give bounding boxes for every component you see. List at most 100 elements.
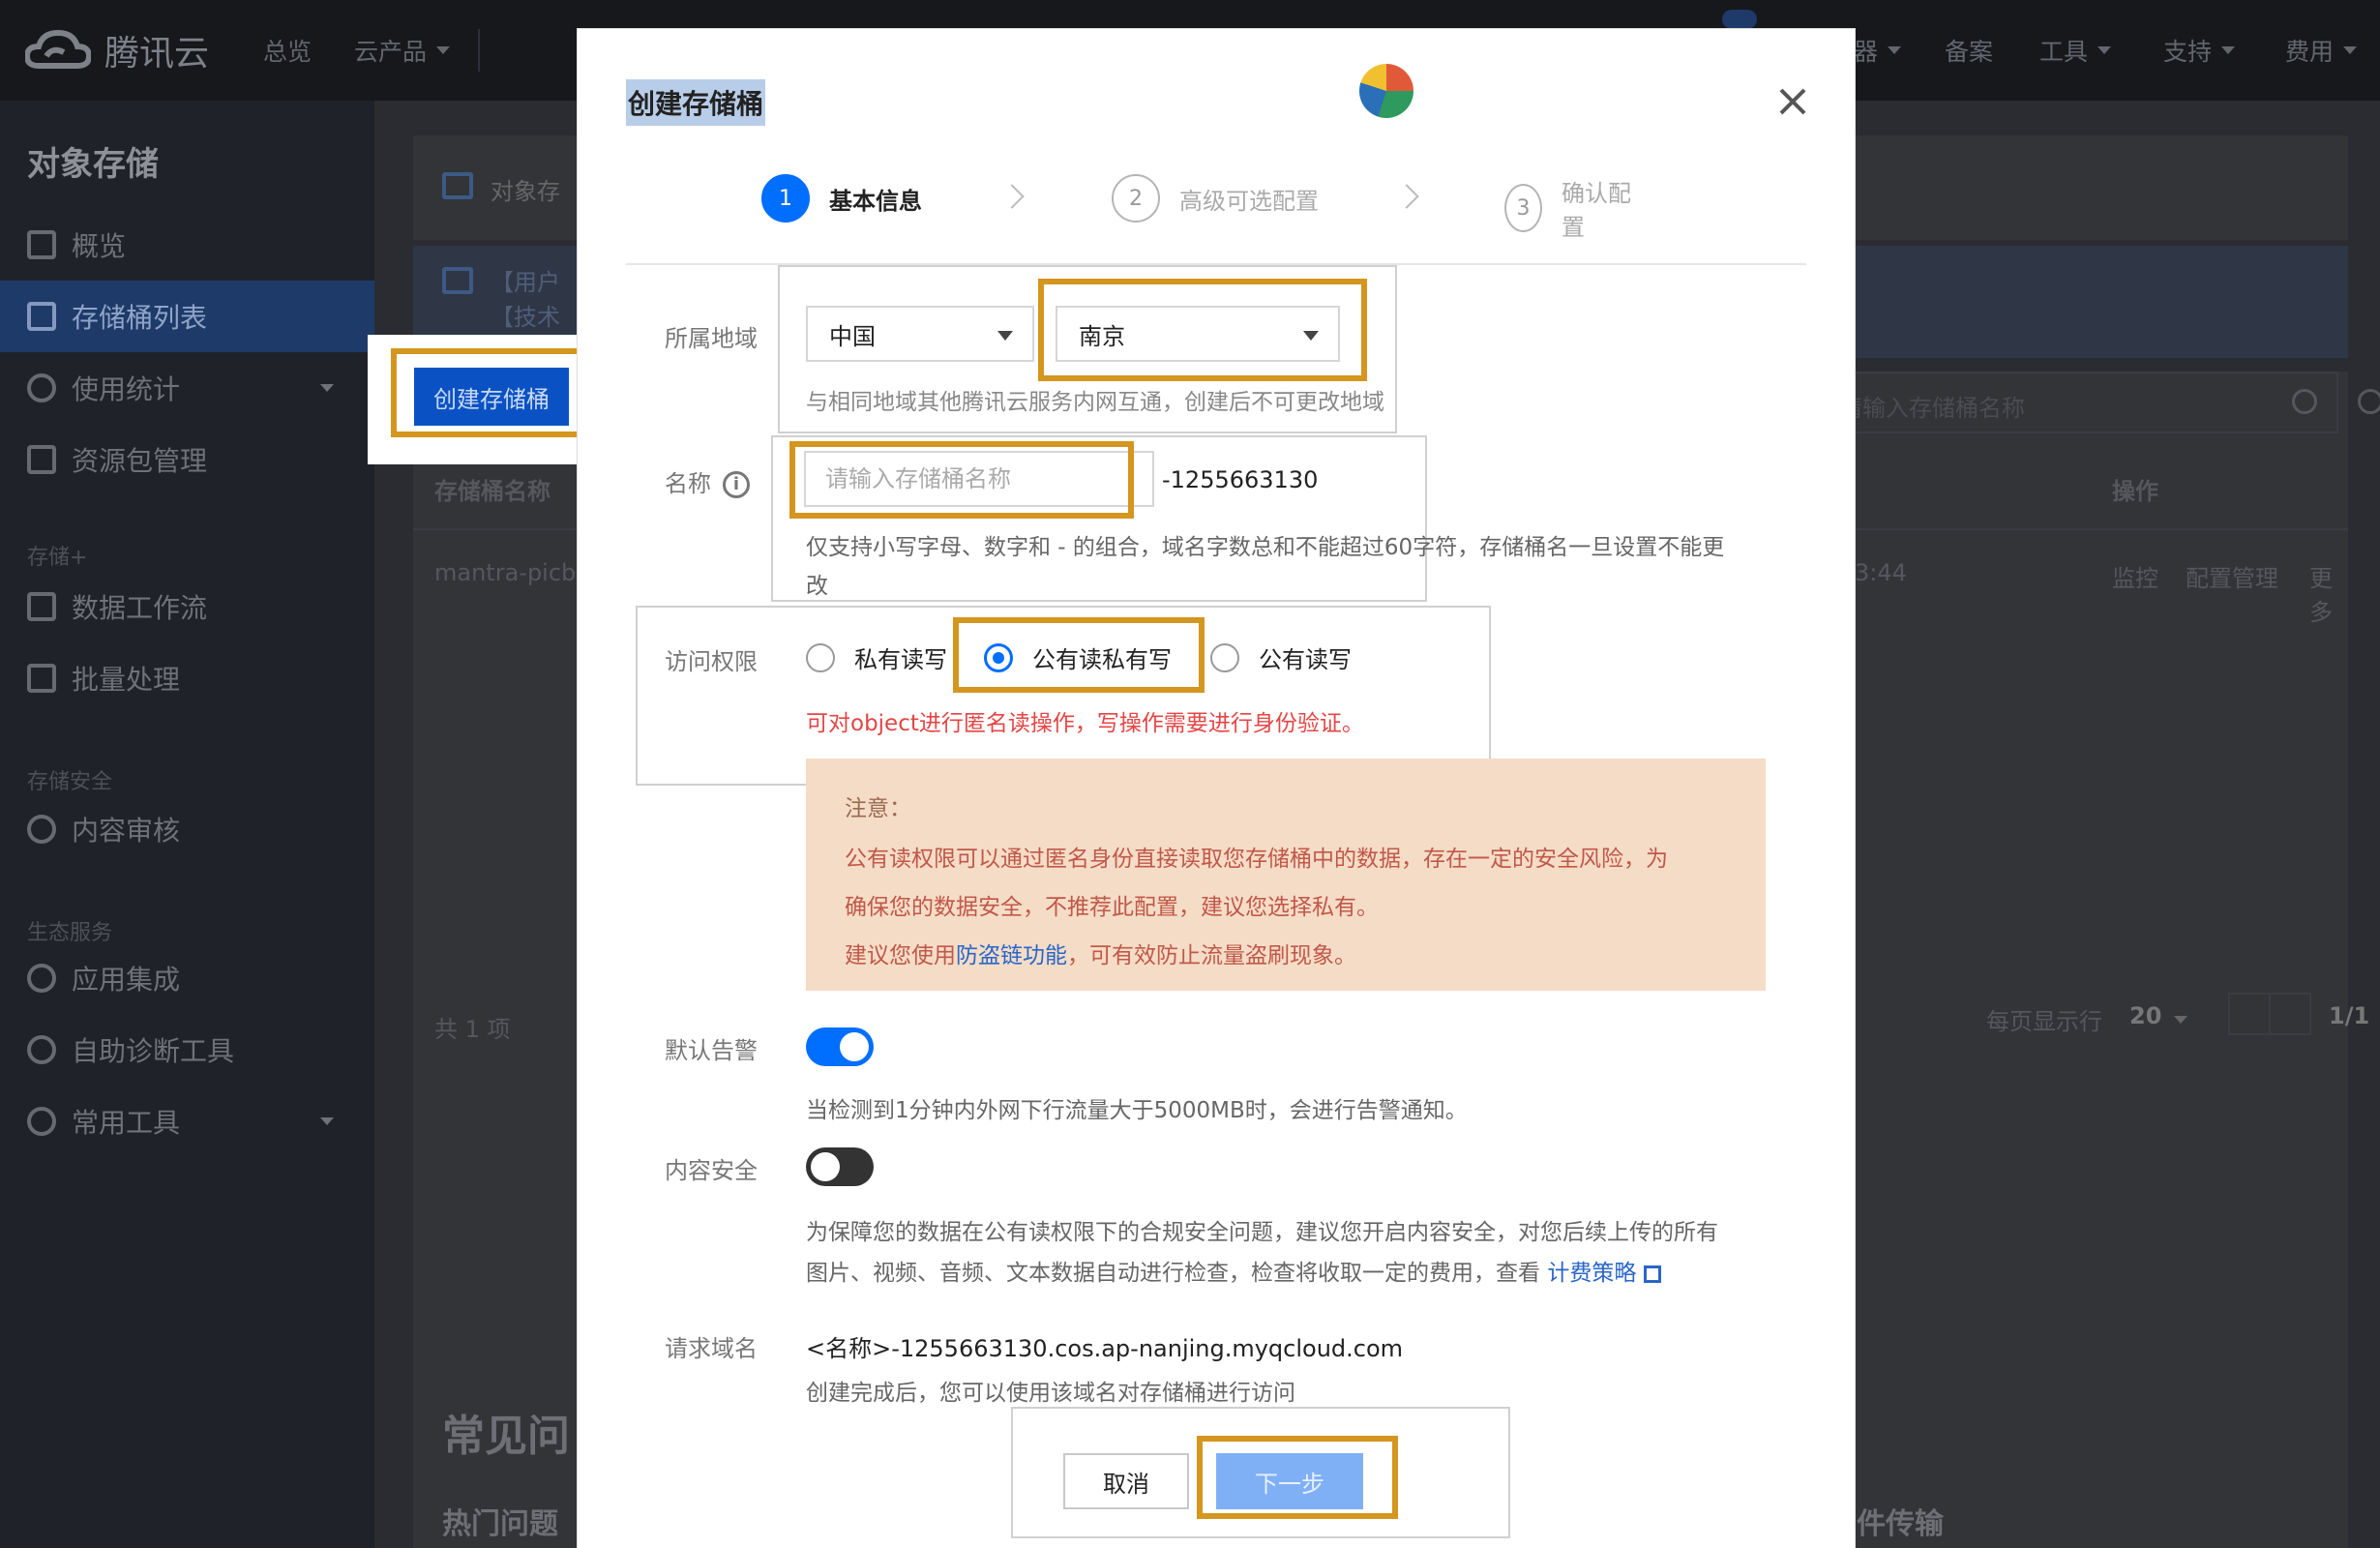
- chevron-down-icon: [997, 331, 1013, 341]
- region-label: 所属地域: [665, 325, 758, 352]
- highlight-box-name: [789, 441, 1134, 519]
- per-page-select[interactable]: 20: [2129, 1002, 2161, 1029]
- country-select[interactable]: 中国: [806, 306, 1034, 362]
- row-link-more[interactable]: 更多: [2309, 559, 2348, 627]
- region-hint: 与相同地域其他腾讯云服务内网互通，创建后不可更改地域: [806, 390, 1384, 415]
- sidebar-item-batch[interactable]: 批量处理: [0, 642, 374, 714]
- sidebar-item-overview[interactable]: 概览: [0, 209, 374, 281]
- bucket-icon: [27, 302, 56, 331]
- row-link-monitor[interactable]: 监控: [2112, 559, 2158, 593]
- domain-value: <名称>-1255663130.cos.ap-nanjing.myqcloud.…: [806, 1335, 1404, 1362]
- speaker-icon: [442, 267, 473, 294]
- nav-billing[interactable]: 费用: [2285, 0, 2358, 101]
- domain-hint: 创建完成后，您可以使用该域名对存储桶进行访问: [806, 1381, 1295, 1406]
- content-security-label: 内容安全: [665, 1157, 758, 1184]
- radio-private[interactable]: 私有读写: [806, 640, 947, 674]
- tools-icon: [27, 1107, 56, 1136]
- modal-title: 创建存储桶: [626, 79, 766, 126]
- bucket-row-name[interactable]: mantra-picbo: [434, 559, 590, 586]
- sidebar-item-bucket-list[interactable]: 存储桶列表: [0, 281, 374, 352]
- chevron-down-icon[interactable]: [2174, 1016, 2187, 1024]
- sidebar-title: 对象存储: [27, 145, 159, 184]
- info-icon[interactable]: i: [723, 471, 750, 498]
- name-hint-line1: 仅支持小写字母、数字和 - 的组合，域名字数总和不能超过60字符，存储桶名一旦设…: [806, 535, 1725, 560]
- close-icon[interactable]: [1778, 87, 1807, 116]
- chevron-down-icon: [2343, 46, 2358, 54]
- sidebar-item-integration[interactable]: 应用集成: [0, 942, 374, 1014]
- radio-circle: [806, 642, 835, 672]
- alarm-label: 默认告警: [665, 1037, 758, 1064]
- step-indicator: 1 基本信息 2 高级可选配置 3 确认配置: [761, 174, 1632, 241]
- sidebar: 对象存储 概览 存储桶列表 使用统计 资源包管理 存储+ 数据工作流 批量处理 …: [0, 101, 374, 1548]
- access-label: 访问权限: [665, 648, 758, 675]
- step-1: 1 基本信息: [761, 174, 922, 223]
- sidebar-item-workflow[interactable]: 数据工作流: [0, 571, 374, 642]
- avatar: [1359, 64, 1413, 118]
- nav-divider: [478, 29, 480, 72]
- sidebar-item-resource-packages[interactable]: 资源包管理: [0, 424, 374, 495]
- sidebar-item-tools[interactable]: 常用工具: [0, 1086, 374, 1157]
- chevron-down-icon: [436, 46, 451, 54]
- sidebar-group-security: 存储安全: [27, 770, 113, 794]
- chevron-right-icon: [999, 184, 1025, 209]
- highlight-box-next: [1197, 1436, 1398, 1519]
- hotlink-protection-link[interactable]: 防盗链功能: [956, 943, 1067, 968]
- create-bucket-modal: 创建存储桶 1 基本信息 2 高级可选配置 3 确认配置 所属地域 中国 南京 …: [578, 29, 1855, 1548]
- sidebar-group-storage-plus: 存储+: [27, 546, 88, 570]
- cloud-logo-icon: [25, 29, 91, 69]
- chart-icon: [27, 373, 56, 402]
- nav-products[interactable]: 云产品: [354, 0, 451, 101]
- workflow-icon: [27, 592, 56, 621]
- content-security-hint-2: 图片、视频、音频、文本数据自动进行检查，检查将收取一定的费用，查看 计费策略: [806, 1254, 1662, 1287]
- alarm-hint: 当检测到1分钟内外网下行流量大于5000MB时，会进行告警通知。: [806, 1098, 1468, 1123]
- chevron-down-icon: [320, 384, 334, 392]
- nav-overview[interactable]: 总览: [263, 0, 312, 101]
- billing-policy-link[interactable]: 计费策略: [1547, 1261, 1636, 1286]
- first-page-button[interactable]: [2228, 993, 2271, 1035]
- name-hint-line2: 改: [806, 574, 828, 599]
- nav-support[interactable]: 支持: [2163, 0, 2236, 101]
- domain-label: 请求域名: [665, 1335, 758, 1362]
- name-label: 名称 i: [665, 464, 750, 498]
- notification-badge[interactable]: [1722, 10, 1757, 29]
- radio-public-rw[interactable]: 公有读写: [1210, 640, 1352, 674]
- external-link-icon: [1644, 1265, 1662, 1283]
- security-notice: 注意： 公有读权限可以通过匿名身份直接读取您存储桶中的数据，存在一定的安全风险，…: [806, 759, 1766, 991]
- package-icon: [27, 445, 56, 474]
- highlight-box-access: [953, 617, 1205, 693]
- content-security-hint-1: 为保障您的数据在公有读权限下的合规安全问题，建议您开启内容安全，对您后续上传的所…: [806, 1220, 1718, 1245]
- integration-icon: [27, 964, 56, 993]
- prev-page-button[interactable]: [2269, 993, 2311, 1035]
- refresh-icon[interactable]: [2358, 389, 2380, 414]
- nav-tools[interactable]: 工具: [2039, 0, 2112, 101]
- nav-icp[interactable]: 备案: [1945, 0, 1993, 101]
- chevron-down-icon: [320, 1117, 334, 1125]
- bucket-search-input-bg[interactable]: 请输入存储桶名称: [1816, 372, 2338, 433]
- logo[interactable]: 腾讯云: [25, 23, 209, 77]
- diagnosis-icon: [27, 1035, 56, 1064]
- row-link-config[interactable]: 配置管理: [2186, 559, 2278, 593]
- chevron-down-icon: [2221, 46, 2236, 54]
- appid-suffix: -1255663130: [1162, 466, 1319, 493]
- batch-icon: [27, 664, 56, 693]
- search-icon[interactable]: [2292, 389, 2317, 414]
- chevron-down-icon: [1888, 46, 1902, 54]
- content-security-toggle[interactable]: [806, 1147, 874, 1186]
- highlight-box-city: [1038, 279, 1367, 381]
- cancel-button[interactable]: 取消: [1063, 1453, 1189, 1509]
- sidebar-item-usage-stats[interactable]: 使用统计: [0, 352, 374, 424]
- alarm-toggle[interactable]: [806, 1027, 874, 1066]
- speaker-icon: [442, 172, 473, 199]
- step-3: 3 确认配置: [1504, 174, 1632, 242]
- access-warning: 可对object进行匿名读操作，写操作需要进行身份验证。: [806, 711, 1364, 736]
- radio-circle: [1210, 642, 1239, 672]
- chevron-down-icon: [2097, 46, 2112, 54]
- audit-icon: [27, 815, 56, 844]
- step-2: 2 高级可选配置: [1112, 174, 1319, 223]
- nav-partial[interactable]: 器: [1854, 0, 1902, 101]
- chevron-right-icon: [1394, 184, 1419, 209]
- sidebar-item-content-audit[interactable]: 内容审核: [0, 793, 374, 865]
- grid-icon: [27, 230, 56, 259]
- logo-text: 腾讯云: [104, 34, 210, 74]
- sidebar-item-diagnosis[interactable]: 自助诊断工具: [0, 1014, 374, 1086]
